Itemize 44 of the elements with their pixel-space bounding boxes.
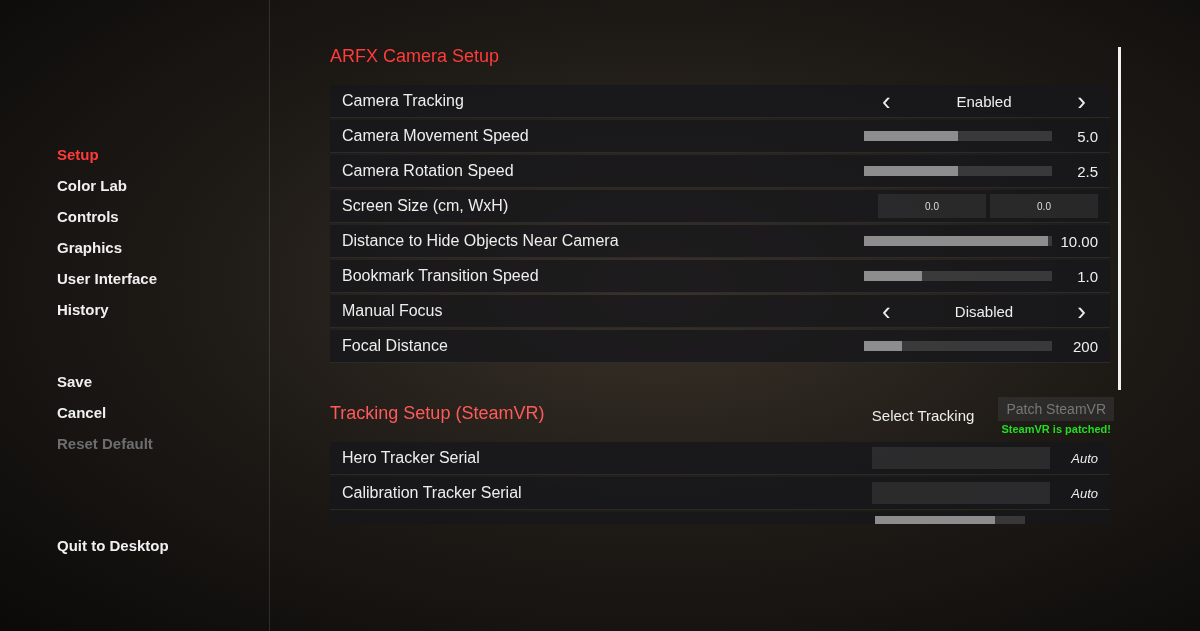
- slider-fill[interactable]: [864, 131, 958, 141]
- menu-item[interactable]: Quit to Desktop: [57, 536, 269, 567]
- setting-label: Camera Rotation Speed: [342, 162, 515, 180]
- previous-button[interactable]: ‹: [878, 301, 895, 321]
- option-value: Enabled: [956, 92, 1012, 110]
- field-value: Auto: [1070, 450, 1098, 466]
- next-button[interactable]: ›: [1073, 91, 1090, 111]
- status-text: SteamVR is patched!: [1001, 423, 1111, 435]
- slider-fill[interactable]: [875, 516, 995, 524]
- number-field[interactable]: 0.0: [878, 194, 986, 218]
- setting-label: Hero Tracker Serial: [342, 449, 481, 467]
- next-button[interactable]: ›: [1073, 301, 1090, 321]
- setting-label: Manual Focus: [342, 302, 444, 320]
- previous-button[interactable]: ‹: [878, 91, 895, 111]
- menu-item[interactable]: User Interface: [57, 269, 269, 300]
- number-field[interactable]: 0.0: [990, 194, 1098, 218]
- option-value: Disabled: [954, 302, 1014, 320]
- slider-value: 2.5: [1076, 162, 1098, 180]
- menu-item[interactable]: Cancel: [57, 403, 269, 434]
- field-value: Auto: [1070, 485, 1098, 501]
- menu-item[interactable]: Controls: [57, 207, 269, 238]
- menu-item[interactable]: Save: [57, 372, 269, 403]
- section-title: ARFX Camera Setup: [330, 46, 501, 68]
- setting-label: Screen Size (cm, WxH): [342, 197, 510, 215]
- select-tracking-link[interactable]: Select Tracking: [871, 407, 975, 424]
- menu-item[interactable]: Color Lab: [57, 176, 269, 207]
- menu-item[interactable]: Setup: [57, 145, 269, 176]
- slider-fill[interactable]: [864, 341, 902, 351]
- slider-value: 1.0: [1076, 267, 1098, 285]
- setting-label: Camera Tracking: [342, 92, 465, 110]
- setting-label: Focal Distance: [342, 337, 449, 355]
- setting-label: Calibration Tracker Serial: [342, 484, 523, 502]
- setting-label: Camera Movement Speed: [342, 127, 530, 145]
- slider-fill[interactable]: [864, 271, 923, 281]
- setting-label: Bookmark Transition Speed: [342, 267, 540, 285]
- menu-item[interactable]: History: [57, 300, 269, 331]
- slider-value: 10.00: [1059, 232, 1098, 250]
- setting-label: Distance to Hide Objects Near Camera: [342, 232, 620, 250]
- section-title: Tracking Setup (SteamVR): [330, 403, 545, 425]
- slider-value: 200: [1071, 337, 1098, 355]
- menu-item[interactable]: Graphics: [57, 238, 269, 269]
- scrollbar[interactable]: [1118, 47, 1121, 390]
- slider-value: 5.0: [1076, 127, 1098, 145]
- slider-fill[interactable]: [864, 166, 958, 176]
